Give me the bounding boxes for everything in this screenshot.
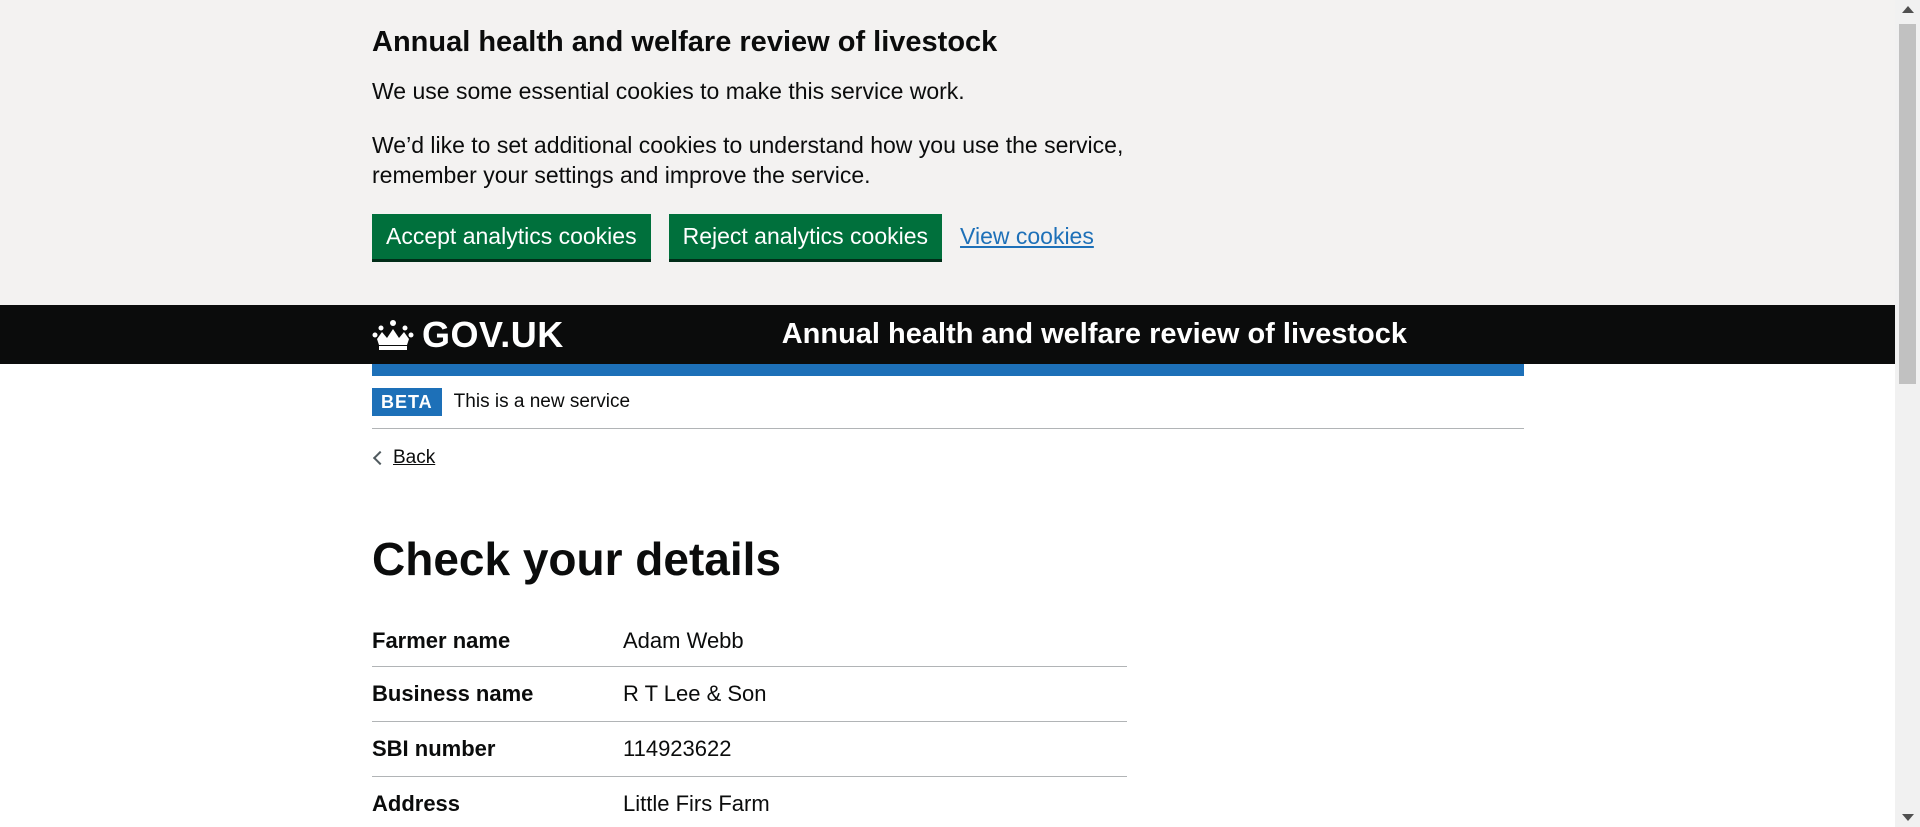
- site-header: GOV.UK Annual health and welfare review …: [0, 305, 1895, 364]
- beta-tag: BETA: [372, 388, 442, 416]
- summary-row-address: Address Little Firs Farm: [372, 777, 1127, 827]
- summary-value: R T Lee & Son: [623, 681, 767, 706]
- summary-key: Business name: [372, 681, 534, 706]
- cookie-banner: Annual health and welfare review of live…: [0, 0, 1895, 305]
- details-summary-list: Farmer name Adam Webb Business name R T …: [372, 616, 1127, 827]
- cookie-actions: Accept analytics cookies Reject analytic…: [372, 214, 1524, 259]
- summary-key: SBI number: [372, 736, 496, 761]
- view-cookies-link[interactable]: View cookies: [960, 223, 1094, 250]
- accept-analytics-cookies-button[interactable]: Accept analytics cookies: [372, 214, 651, 259]
- phase-banner: BETA This is a new service: [372, 376, 1524, 429]
- govuk-logo-text: GOV.UK: [422, 313, 564, 355]
- summary-value: 114923622: [623, 736, 732, 761]
- summary-value: Little Firs Farm: [623, 791, 770, 816]
- back-link-label: Back: [393, 447, 436, 468]
- page-title: Check your details: [372, 533, 782, 585]
- summary-row-farmer-name: Farmer name Adam Webb: [372, 616, 1127, 667]
- chevron-left-icon: [372, 450, 388, 466]
- page: Annual health and welfare review of live…: [0, 0, 1895, 827]
- summary-row-business-name: Business name R T Lee & Son: [372, 667, 1127, 722]
- crown-icon: [372, 319, 414, 351]
- header-blue-bar: [372, 364, 1524, 376]
- govuk-logo-link[interactable]: GOV.UK: [372, 314, 564, 356]
- vertical-scrollbar[interactable]: [1895, 0, 1920, 827]
- summary-key: Farmer name: [372, 628, 511, 653]
- summary-row-sbi-number: SBI number 114923622: [372, 722, 1127, 777]
- reject-analytics-cookies-button[interactable]: Reject analytics cookies: [668, 214, 943, 259]
- scroll-up-arrow-icon[interactable]: [1902, 6, 1914, 13]
- summary-key: Address: [372, 791, 461, 816]
- phase-banner-text: This is a new service: [453, 391, 631, 412]
- service-name-link[interactable]: Annual health and welfare review of live…: [782, 318, 1407, 351]
- back-link[interactable]: Back: [372, 447, 435, 469]
- cookie-banner-text-additional: We’d like to set additional cookies to u…: [372, 132, 1124, 188]
- cookie-banner-heading: Annual health and welfare review of live…: [372, 26, 998, 58]
- summary-value: Adam Webb: [623, 628, 744, 653]
- scrollbar-thumb[interactable]: [1899, 24, 1916, 384]
- scroll-down-arrow-icon[interactable]: [1902, 814, 1914, 821]
- cookie-banner-text-essential: We use some essential cookies to make th…: [372, 78, 965, 104]
